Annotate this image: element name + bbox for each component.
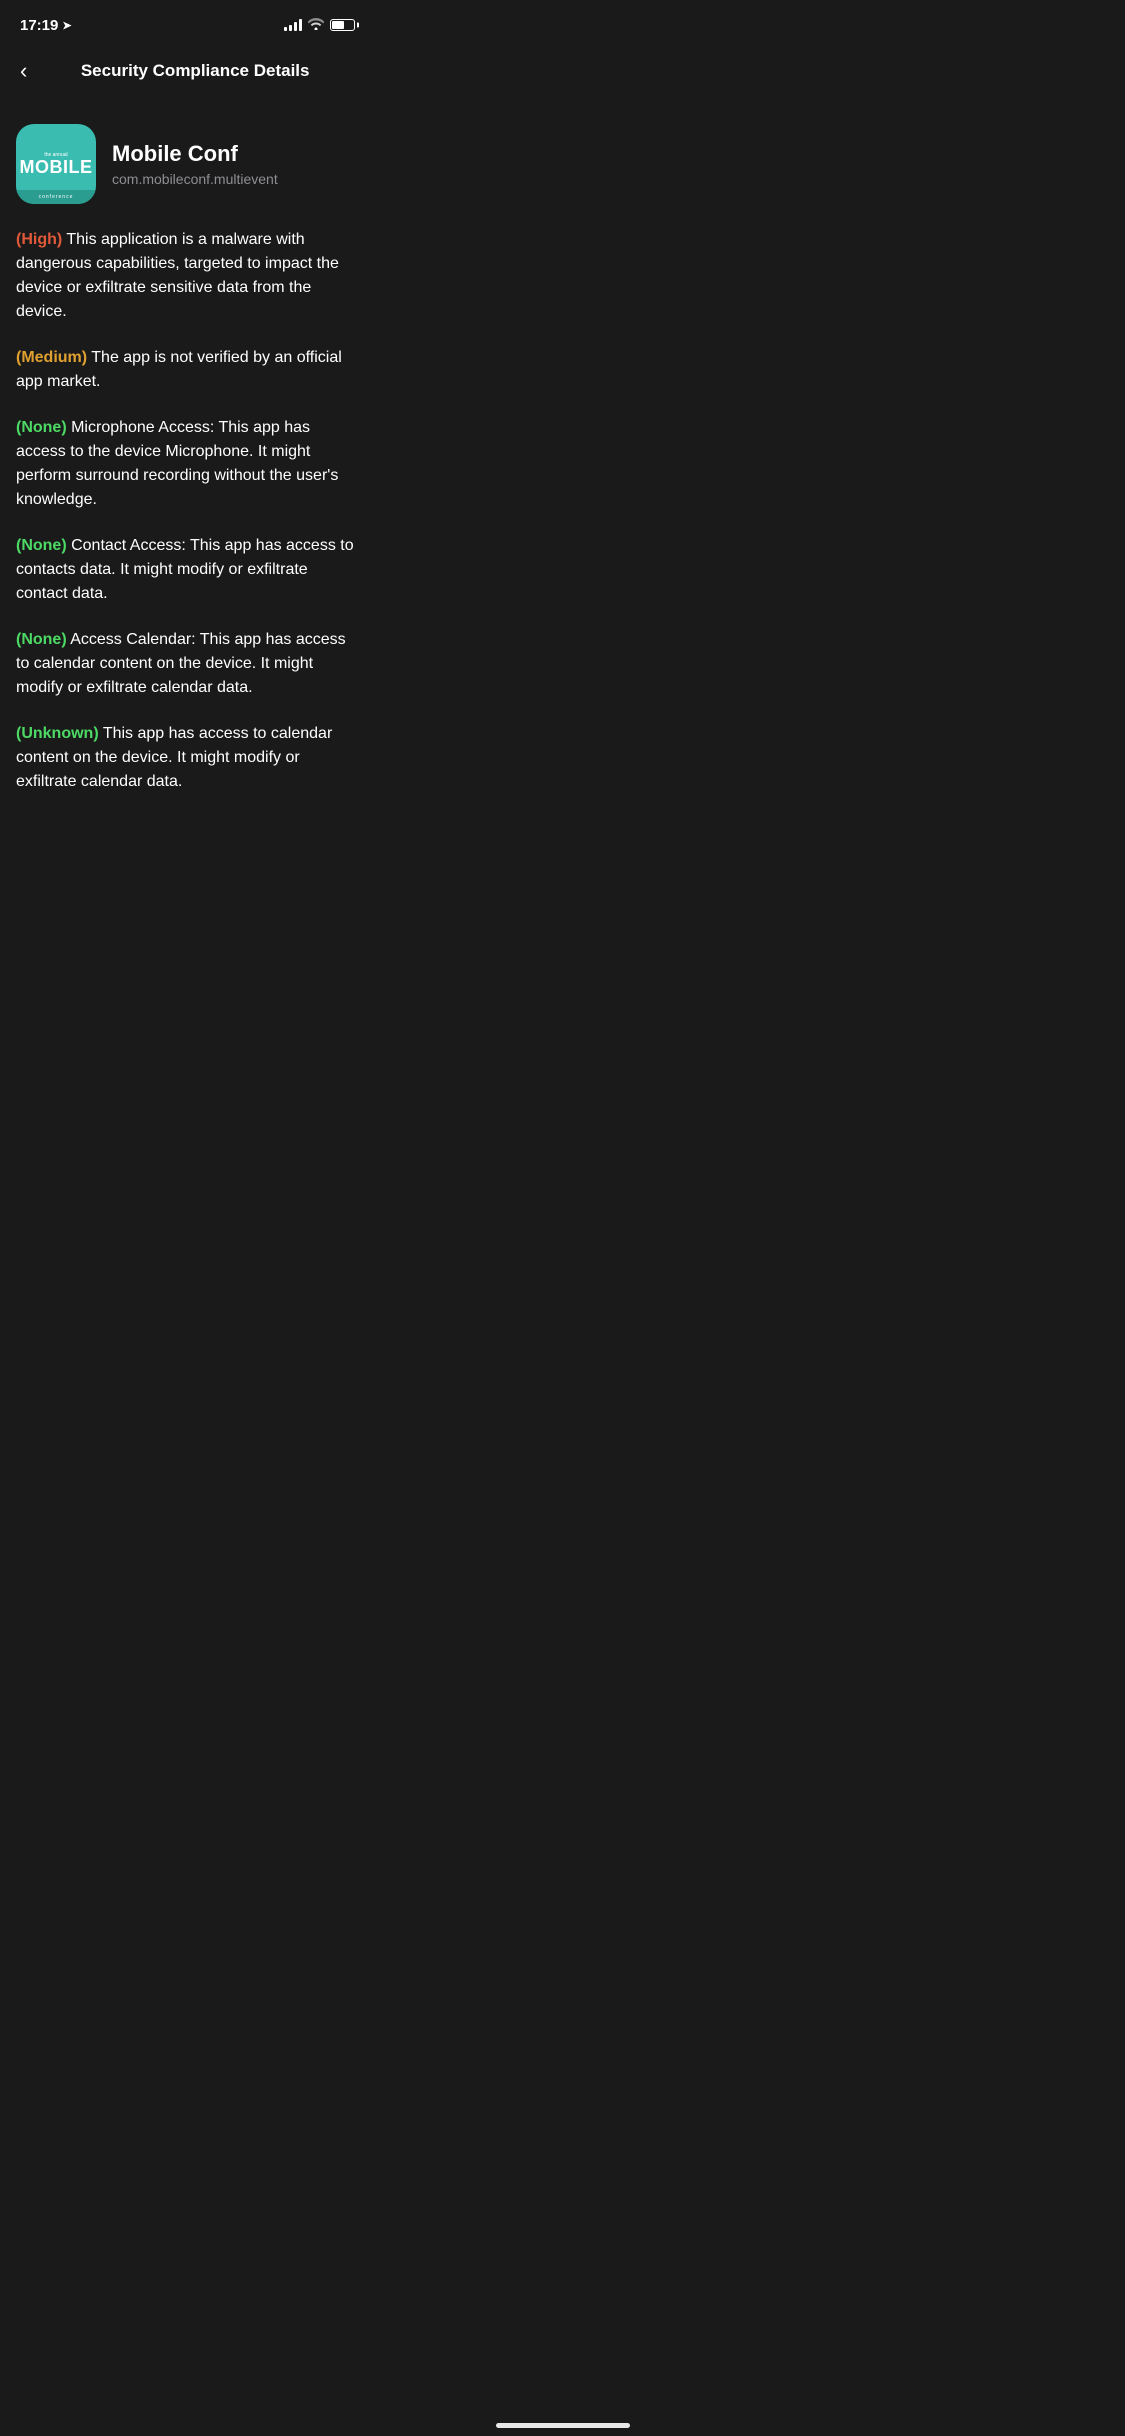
signal-icon <box>284 19 302 31</box>
severity-tag: (None) <box>16 419 67 436</box>
status-icons <box>284 18 355 33</box>
status-time: 17:19 ➤ <box>20 17 72 34</box>
app-bundle-id: com.mobileconf.multievent <box>112 171 359 187</box>
app-icon-text-main: MOBILE <box>20 158 93 176</box>
battery-fill <box>332 21 344 29</box>
severity-tag: (None) <box>16 631 67 648</box>
app-name: Mobile Conf <box>112 141 359 167</box>
page-title: Security Compliance Details <box>31 61 359 81</box>
home-indicator <box>496 2423 630 2428</box>
battery-icon <box>330 19 355 31</box>
severity-tag: (High) <box>16 231 62 248</box>
app-name-section: Mobile Conf com.mobileconf.multievent <box>112 141 359 187</box>
time-display: 17:19 <box>20 17 58 34</box>
app-icon-stripe: conference <box>16 190 96 204</box>
back-button[interactable]: ‹ <box>16 54 31 88</box>
app-icon-text-conf: conference <box>39 194 74 200</box>
compliance-content: (High) This application is a malware wit… <box>0 228 375 794</box>
nav-header: ‹ Security Compliance Details <box>0 44 375 104</box>
compliance-item: (Unknown) This app has access to calenda… <box>16 722 359 794</box>
severity-tag: (None) <box>16 537 67 554</box>
app-info-section: the annual MOBILE conference Mobile Conf… <box>0 104 375 228</box>
compliance-item: (None) Microphone Access: This app has a… <box>16 416 359 512</box>
compliance-item: (None) Contact Access: This app has acce… <box>16 534 359 606</box>
severity-tag: (Medium) <box>16 349 87 366</box>
compliance-item: (High) This application is a malware wit… <box>16 228 359 324</box>
compliance-item: (None) Access Calendar: This app has acc… <box>16 628 359 700</box>
severity-tag: (Unknown) <box>16 725 99 742</box>
wifi-icon <box>308 18 324 33</box>
compliance-item: (Medium) The app is not verified by an o… <box>16 346 359 394</box>
location-icon: ➤ <box>62 19 71 32</box>
status-bar: 17:19 ➤ <box>0 0 375 44</box>
app-icon: the annual MOBILE conference <box>16 124 96 204</box>
